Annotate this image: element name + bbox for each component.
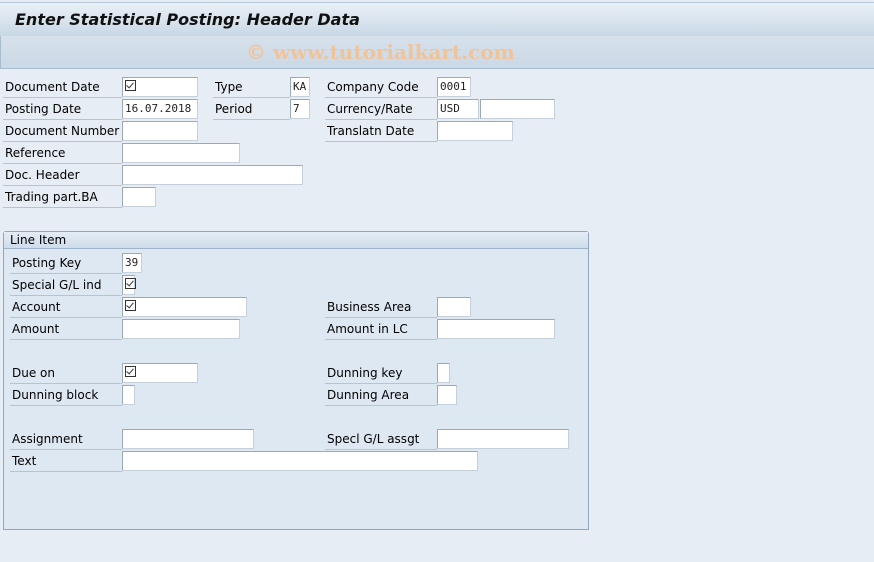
document-number-input[interactable] xyxy=(122,121,198,141)
period-input[interactable]: 7 xyxy=(290,99,310,119)
text-input[interactable] xyxy=(122,451,478,471)
amount-in-lc-input[interactable] xyxy=(437,319,555,339)
title-bar: Enter Statistical Posting: Header Data xyxy=(0,2,874,37)
amount-label: Amount xyxy=(10,319,122,340)
currency-rate-input[interactable]: USD xyxy=(437,99,479,119)
company-code-value: 0001 xyxy=(440,80,467,93)
type-input[interactable]: KA xyxy=(290,77,310,97)
posting-key-label: Posting Key xyxy=(10,253,122,274)
dunning-block-input[interactable] xyxy=(122,385,135,405)
type-value: KA xyxy=(293,80,307,93)
document-number-label: Document Number xyxy=(3,121,122,142)
doc-header-input[interactable] xyxy=(122,165,303,185)
special-g-l-ind-label: Special G/L ind xyxy=(10,275,122,296)
translatn-date-input[interactable] xyxy=(437,121,513,141)
currency-rate-value: USD xyxy=(440,102,460,115)
account-input[interactable] xyxy=(122,297,247,317)
watermark: © www.tutorialkart.com xyxy=(246,40,515,64)
company-code-input[interactable]: 0001 xyxy=(437,77,471,97)
business-area-input[interactable] xyxy=(437,297,471,317)
reference-label: Reference xyxy=(3,143,122,164)
application-toolbar: © www.tutorialkart.com xyxy=(0,36,874,69)
posting-date-label: Posting Date xyxy=(3,99,122,120)
specl-g-l-assgt-input[interactable] xyxy=(437,429,569,449)
currency-rate-input-2[interactable] xyxy=(480,99,555,119)
special-g-l-ind-input[interactable] xyxy=(122,275,136,295)
account-label: Account xyxy=(10,297,122,318)
type-label: Type xyxy=(213,77,290,98)
document-date-input[interactable] xyxy=(122,77,198,97)
doc-header-label: Doc. Header xyxy=(3,165,122,186)
period-value: 7 xyxy=(293,102,300,115)
required-entry-icon xyxy=(125,366,136,377)
dunning-area-input[interactable] xyxy=(437,385,457,405)
assignment-label: Assignment xyxy=(10,429,122,450)
line-item-group-title: Line Item xyxy=(4,232,588,249)
due-on-input[interactable] xyxy=(122,363,198,383)
reference-input[interactable] xyxy=(122,143,240,163)
dunning-block-label: Dunning block xyxy=(10,385,122,406)
trading-part-ba-input[interactable] xyxy=(122,187,156,207)
required-entry-icon xyxy=(125,278,136,289)
currency-rate-label: Currency/Rate xyxy=(325,99,437,120)
posting-date-value: 16.07.2018 xyxy=(125,102,192,115)
amount-input[interactable] xyxy=(122,319,240,339)
text-label: Text xyxy=(10,451,122,472)
document-date-label: Document Date xyxy=(3,77,122,98)
amount-in-lc-label: Amount in LC xyxy=(325,319,437,340)
period-label: Period xyxy=(213,99,290,120)
posting-date-input[interactable]: 16.07.2018 xyxy=(122,99,198,119)
required-entry-icon xyxy=(125,80,136,91)
dunning-key-label: Dunning key xyxy=(325,363,437,384)
translatn-date-label: Translatn Date xyxy=(325,121,437,142)
due-on-label: Due on xyxy=(10,363,122,384)
posting-key-value: 39 xyxy=(125,256,139,269)
page-title: Enter Statistical Posting: Header Data xyxy=(15,10,360,29)
business-area-label: Business Area xyxy=(325,297,437,318)
assignment-input[interactable] xyxy=(122,429,254,449)
dunning-area-label: Dunning Area xyxy=(325,385,437,406)
required-entry-icon xyxy=(125,300,136,311)
posting-key-input[interactable]: 39 xyxy=(122,253,142,273)
company-code-label: Company Code xyxy=(325,77,437,98)
trading-part-ba-label: Trading part.BA xyxy=(3,187,122,208)
specl-g-l-assgt-label: Specl G/L assgt xyxy=(325,429,437,450)
dunning-key-input[interactable] xyxy=(437,363,450,383)
